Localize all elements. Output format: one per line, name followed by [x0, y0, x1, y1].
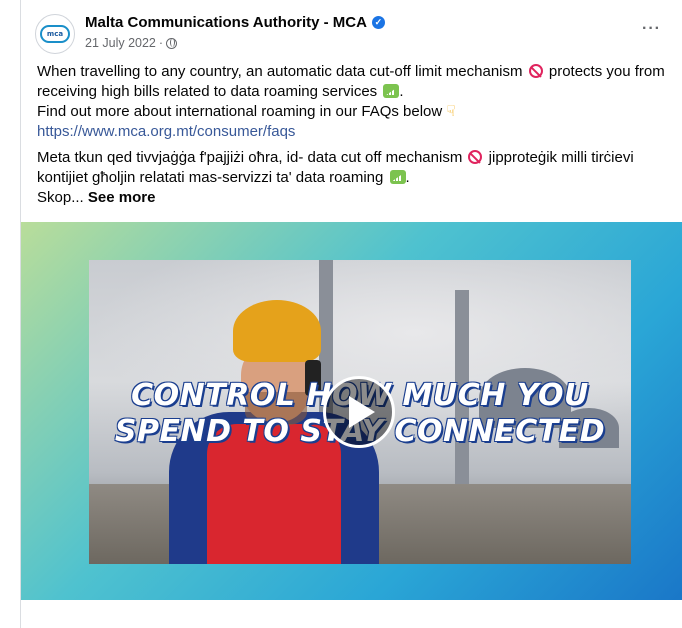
post-header: mca Malta Communications Authority - MCA…: [35, 10, 665, 56]
play-button[interactable]: [323, 376, 395, 448]
english-line-1b: protects you from: [548, 63, 665, 80]
maltese-line-1b: jipproteġik milli tirċievi: [488, 149, 634, 166]
post-text: When travelling to any country, an autom…: [37, 62, 677, 214]
globe-icon[interactable]: [166, 37, 178, 49]
prohibited-icon: [468, 150, 483, 164]
text-line: Skop... See more: [37, 188, 677, 208]
text-line: When travelling to any country, an autom…: [37, 62, 677, 82]
meta-separator: ·: [158, 36, 164, 50]
pointing-down-icon: ☟: [446, 103, 456, 120]
english-line-2: receiving high bills related to data roa…: [37, 83, 378, 100]
post-date[interactable]: 21 July 2022: [85, 36, 156, 50]
mca-logo-icon: mca: [40, 25, 70, 43]
english-line-2-end: .: [399, 83, 404, 100]
text-line: receiving high bills related to data roa…: [37, 82, 677, 102]
video-attachment[interactable]: CONTROL HOW MUCH YOU SPEND TO STAY CONNE…: [21, 222, 682, 600]
page-name-link[interactable]: Malta Communications Authority - MCA ✓: [85, 14, 385, 31]
maltese-paragraph: Meta tkun qed tivvjaġġa f'pajjiżi oħra, …: [37, 148, 677, 208]
more-options-icon[interactable]: ···: [642, 20, 661, 38]
english-line-3: Find out more about international roamin…: [37, 103, 443, 120]
page-name[interactable]: Malta Communications Authority - MCA: [85, 14, 367, 31]
yellow-beanie: [233, 300, 321, 362]
page-avatar[interactable]: mca: [35, 14, 75, 54]
maltese-line-3: Skop...: [37, 189, 84, 206]
text-line: Meta tkun qed tivvjaġġa f'pajjiżi oħra, …: [37, 148, 677, 168]
play-icon: [349, 396, 375, 428]
text-line: kontijiet għoljin relatati mas-servizzi …: [37, 168, 677, 188]
signal-icon: [389, 170, 406, 184]
video-thumbnail[interactable]: CONTROL HOW MUCH YOU SPEND TO STAY CONNE…: [89, 260, 631, 564]
prohibited-icon: [528, 64, 543, 78]
text-line: Find out more about international roamin…: [37, 102, 677, 122]
english-line-1a: When travelling to any country, an autom…: [37, 63, 523, 80]
signal-icon: [383, 84, 400, 98]
facebook-post: mca Malta Communications Authority - MCA…: [20, 0, 682, 628]
post-meta: 21 July 2022 ·: [85, 36, 178, 50]
maltese-line-2: kontijiet għoljin relatati mas-servizzi …: [37, 169, 384, 186]
verified-icon: ✓: [371, 16, 385, 29]
maltese-line-2-end: .: [405, 169, 410, 186]
english-paragraph: When travelling to any country, an autom…: [37, 62, 677, 142]
faq-link[interactable]: https://www.mca.org.mt/consumer/faqs: [37, 122, 677, 142]
maltese-line-1a: Meta tkun qed tivvjaġġa f'pajjiżi oħra, …: [37, 149, 463, 166]
see-more-button[interactable]: See more: [88, 189, 156, 206]
